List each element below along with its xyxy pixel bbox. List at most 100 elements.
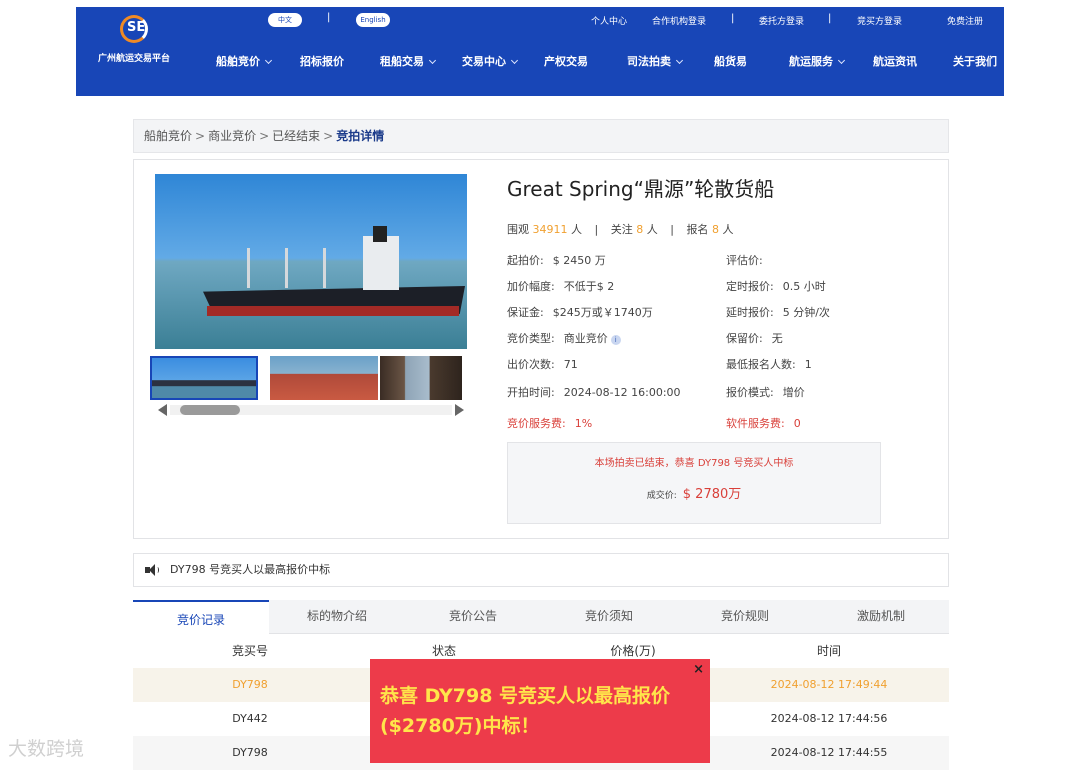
bid-time: 2024-08-12 17:49:44	[770, 678, 888, 691]
field-min-registrants: 最低报名人数: 1	[726, 358, 812, 371]
breadcrumb-item[interactable]: 已经结束	[272, 129, 320, 143]
follow-count: 8	[636, 223, 644, 236]
listing-panel: Great Spring“鼎源”轮散货船 围观 34911 人 | 关注 8 人…	[133, 159, 949, 539]
info-icon[interactable]: i	[610, 335, 621, 345]
stats-divider: |	[594, 223, 599, 236]
views-label: 围观	[507, 223, 529, 236]
bid-time: 2024-08-12 17:44:56	[770, 712, 888, 725]
tab-incentives[interactable]: 激励机制	[813, 600, 949, 634]
nav-trade-center[interactable]: 交易中心	[462, 53, 519, 69]
lang-zh-button[interactable]: 中文	[268, 13, 302, 27]
chevron-down-icon	[264, 56, 273, 65]
field-starting-price: 起拍价: $ 2450 万	[507, 254, 606, 267]
breadcrumb-separator: >	[195, 129, 206, 143]
close-icon[interactable]: ×	[693, 662, 704, 677]
top-link-register[interactable]: 免费注册	[947, 14, 983, 27]
scroll-right-arrow-icon[interactable]	[455, 404, 464, 416]
tab-rules[interactable]: 竞价规则	[677, 600, 813, 634]
breadcrumb-separator: >	[323, 129, 334, 143]
signup-count: 8	[711, 223, 719, 236]
tab-announcement[interactable]: 竞价公告	[405, 600, 541, 634]
thumbnail-image[interactable]	[380, 356, 462, 400]
site-header: SE 广州航运交易平台 中文 | English 个人中心 合作机构登录 | 委…	[76, 7, 1004, 96]
column-header-bidder: 竞买号	[231, 644, 268, 658]
tab-item-intro[interactable]: 标的物介绍	[269, 600, 405, 634]
ship-funnel	[373, 226, 387, 242]
nav-charter-trade[interactable]: 租船交易	[380, 53, 437, 69]
ship-crane	[285, 248, 288, 288]
field-increment: 加价幅度: 不低于$ 2	[507, 280, 615, 293]
unit-label: 人	[646, 223, 658, 236]
nav-ship-bidding[interactable]: 船舶竞价	[216, 53, 273, 69]
breadcrumb-separator: >	[259, 129, 270, 143]
bidder-number: DY798	[232, 678, 268, 691]
listing-stats: 围观 34911 人 | 关注 8 人 | 报名 8 人	[507, 221, 733, 237]
lang-divider: |	[327, 12, 331, 23]
field-timed-quote: 定时报价: 0.5 小时	[726, 280, 826, 293]
breadcrumb: 船舶竞价 > 商业竞价 > 已经结束 > 竞拍详情	[133, 119, 949, 153]
popup-message: 恭喜 DY798 号竞买人以最高报价($2780万)中标！	[380, 685, 671, 737]
logo-mark-icon: SE	[120, 15, 148, 43]
nav-shipping-service[interactable]: 航运服务	[789, 53, 846, 69]
top-link-divider: |	[731, 13, 735, 24]
unit-label: 人	[571, 223, 582, 236]
speaker-icon	[145, 564, 159, 576]
deal-price: 成交价: $ 2780万	[646, 487, 742, 502]
field-reserve-price: 保留价: 无	[726, 332, 783, 345]
top-link-bidder-login[interactable]: 竞买方登录	[857, 14, 902, 27]
nav-shipping-news[interactable]: 航运资讯	[873, 53, 917, 69]
tab-bid-records[interactable]: 竞价记录	[133, 600, 269, 634]
breadcrumb-current: 竞拍详情	[336, 129, 385, 143]
follow-label: 关注	[610, 223, 633, 236]
notice-text: DY798 号竞买人以最高报价中标	[170, 563, 331, 576]
thumbnail-scroll-thumb[interactable]	[180, 405, 240, 415]
field-deposit: 保证金: $245万或￥1740万	[507, 306, 653, 319]
auction-result-box: 本场拍卖已结束，恭喜 DY798 号竞买人中标 成交价: $ 2780万	[507, 442, 881, 524]
tab-notes[interactable]: 竞价须知	[541, 600, 677, 634]
ship-crane	[247, 248, 250, 288]
thumbnail-strip	[148, 356, 468, 401]
nav-about-us[interactable]: 关于我们	[953, 53, 997, 69]
winner-popup: × 恭喜 DY798 号竞买人以最高报价($2780万)中标！	[370, 659, 710, 763]
breadcrumb-item[interactable]: 船舶竞价	[144, 129, 192, 143]
auction-result-message: 本场拍卖已结束，恭喜 DY798 号竞买人中标	[594, 458, 794, 469]
ship-superstructure	[363, 236, 399, 290]
field-delay-quote: 延时报价: 5 分钟/次	[726, 306, 830, 319]
field-quote-mode: 报价模式: 增价	[726, 386, 805, 399]
nav-tender-quote[interactable]: 招标报价	[300, 53, 344, 69]
top-link-personal-center[interactable]: 个人中心	[591, 14, 627, 27]
field-software-fee: 软件服务费: 0	[726, 417, 801, 430]
lang-en-button[interactable]: English	[356, 13, 390, 27]
column-header-time: 时间	[816, 644, 841, 658]
bidder-number: DY442	[232, 712, 268, 725]
main-nav: 船舶竞价 招标报价 租船交易 交易中心 产权交易 司法拍卖 船货易 航运服务 航…	[76, 53, 1004, 73]
top-link-consignor-login[interactable]: 委托方登录	[759, 14, 804, 27]
thumbnail-image[interactable]	[150, 356, 258, 400]
field-bid-count: 出价次数: 71	[507, 358, 578, 371]
unit-label: 人	[722, 223, 734, 236]
nav-property-trade[interactable]: 产权交易	[544, 53, 588, 69]
field-service-fee: 竞价服务费: 1%	[507, 417, 593, 430]
detail-tabs: 竞价记录 标的物介绍 竞价公告 竞价须知 竞价规则 激励机制	[133, 600, 949, 634]
top-link-divider: |	[828, 13, 832, 24]
ship-waterline	[207, 306, 459, 316]
field-start-time: 开拍时间: 2024-08-12 16:00:00	[507, 386, 681, 399]
winner-notice: DY798 号竞买人以最高报价中标	[133, 553, 949, 587]
nav-judicial-auction[interactable]: 司法拍卖	[627, 53, 684, 69]
ship-main-image[interactable]	[155, 174, 467, 349]
field-appraisal: 评估价:	[726, 254, 763, 267]
nav-ship-cargo[interactable]: 船货易	[714, 53, 747, 69]
stats-divider: |	[670, 223, 674, 236]
chevron-down-icon	[428, 56, 437, 65]
bidder-number: DY798	[232, 746, 268, 759]
chevron-down-icon	[837, 56, 846, 65]
breadcrumb-item[interactable]: 商业竞价	[208, 129, 256, 143]
chevron-down-icon	[510, 56, 519, 65]
scroll-left-arrow-icon[interactable]	[158, 404, 167, 416]
top-link-partner-login[interactable]: 合作机构登录	[652, 14, 706, 27]
thumbnail-image[interactable]	[270, 356, 378, 400]
views-count: 34911	[532, 223, 568, 236]
listing-title: Great Spring“鼎源”轮散货船	[507, 177, 775, 201]
signup-label: 报名	[686, 223, 709, 236]
chevron-down-icon	[675, 56, 684, 65]
